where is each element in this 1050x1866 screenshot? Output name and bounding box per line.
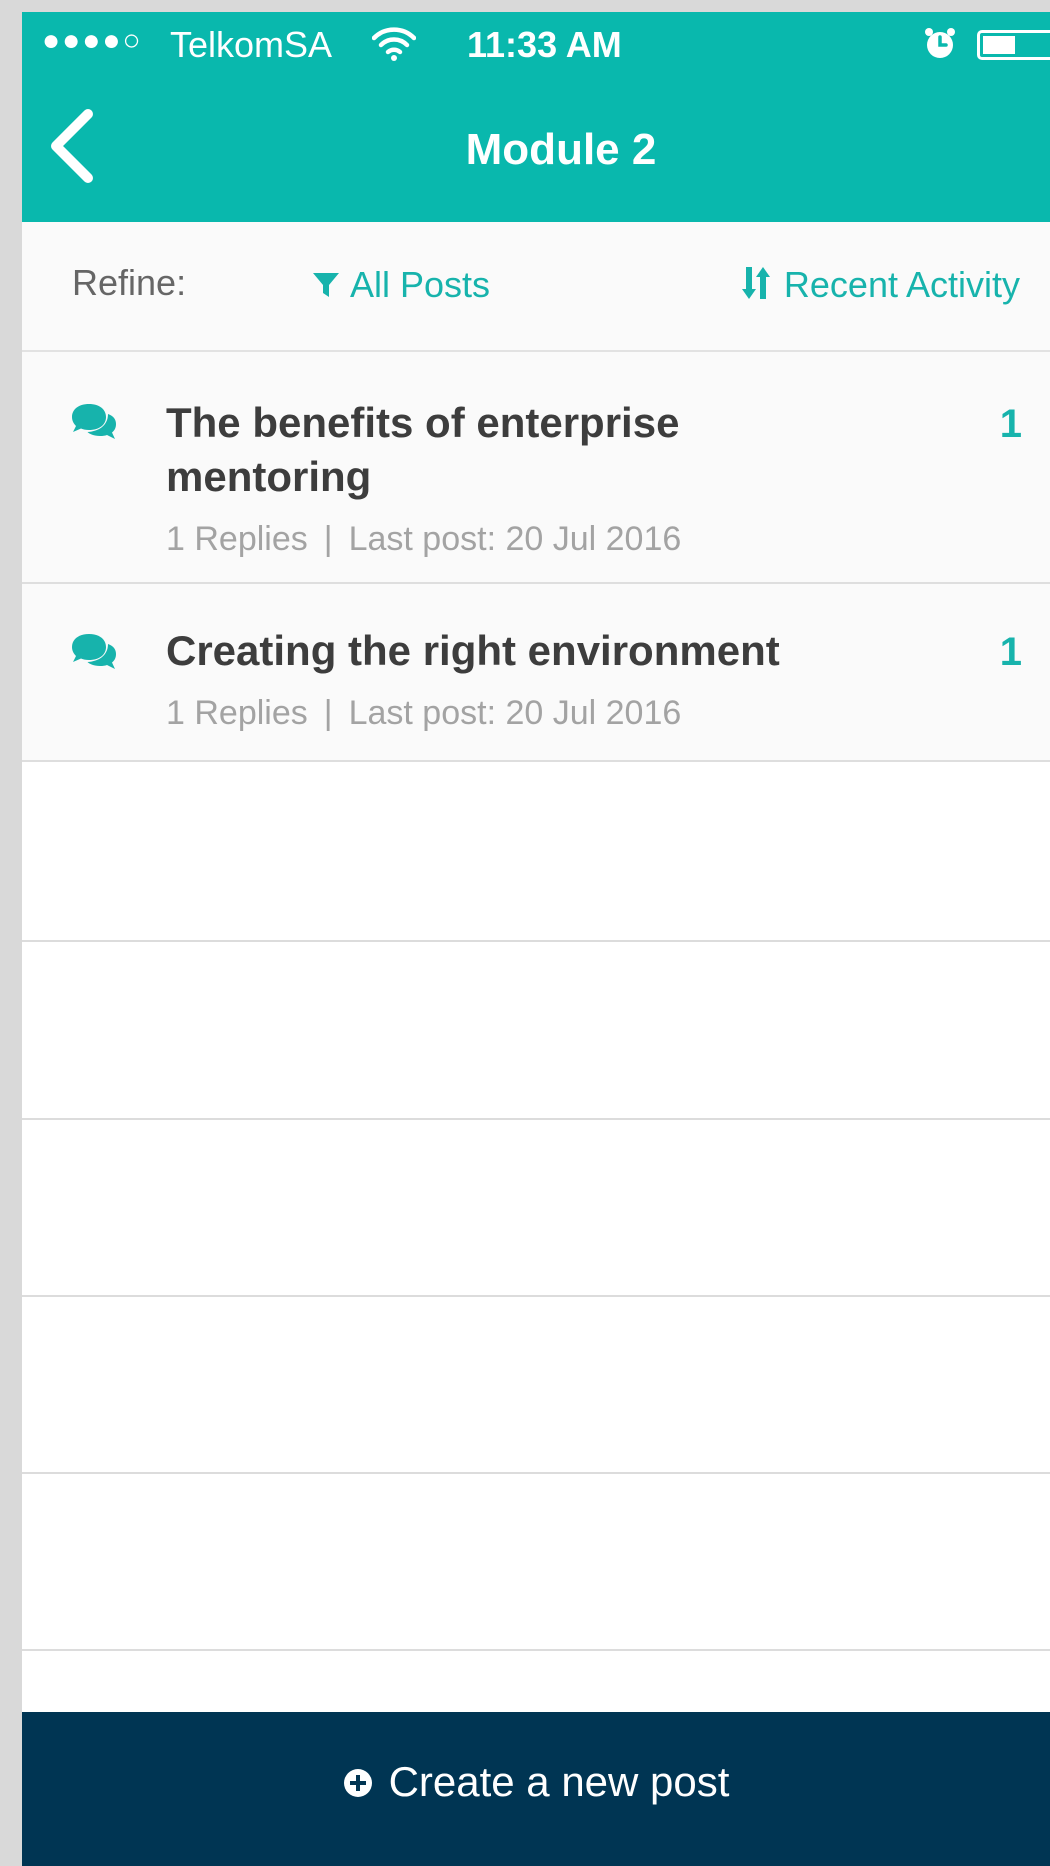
sort-label: Recent Activity	[783, 264, 1020, 305]
create-new-post-button[interactable]: Create a new post	[22, 1712, 1050, 1866]
replies-count: 1 Replies	[166, 520, 308, 558]
post-meta: 1 Replies | Last post: 20 Jul 2016	[166, 694, 681, 733]
signal-strength: ●●●●○	[42, 24, 143, 57]
filter-label: All Posts	[350, 264, 491, 305]
filter-all-posts-button[interactable]: All Posts	[312, 264, 490, 306]
list-divider	[22, 1472, 1050, 1474]
last-post-date: Last post: 20 Jul 2016	[348, 520, 682, 558]
filter-icon	[313, 273, 339, 297]
status-bar: ●●●●○ TelkomSA 11:33 AM	[22, 12, 1050, 78]
meta-separator: |	[323, 520, 333, 558]
post-meta: 1 Replies | Last post: 20 Jul 2016	[166, 520, 681, 559]
sort-icon	[741, 267, 770, 299]
post-count-badge: 1	[999, 630, 1022, 674]
clock: 11:33 AM	[467, 24, 622, 65]
list-divider	[22, 940, 1050, 942]
list-divider	[22, 1295, 1050, 1297]
carrier-name: TelkomSA	[170, 24, 333, 65]
app-screen: ●●●●○ TelkomSA 11:33 AM Module 2 Refine:…	[22, 12, 1050, 1866]
meta-separator: |	[323, 694, 333, 732]
refine-label: Refine:	[72, 262, 187, 303]
refine-bar: Refine: All Posts Recent Activity	[22, 222, 1050, 352]
post-title[interactable]: The benefits of enterprise mentoring	[166, 396, 886, 504]
navigation-bar: Module 2	[22, 78, 1050, 222]
page-title: Module 2	[465, 125, 657, 174]
post-title[interactable]: Creating the right environment	[166, 624, 926, 678]
post-item[interactable]: Creating the right environment 1 Replies…	[22, 584, 1050, 762]
create-post-label: Create a new post	[388, 1758, 730, 1805]
list-divider	[22, 1118, 1050, 1120]
sort-recent-activity-button[interactable]: Recent Activity	[741, 264, 1020, 306]
post-item[interactable]: The benefits of enterprise mentoring 1 R…	[22, 352, 1050, 584]
battery-icon	[977, 30, 1050, 60]
replies-count: 1 Replies	[166, 694, 308, 732]
wifi-icon	[372, 27, 416, 61]
comments-icon	[72, 404, 116, 439]
list-divider	[22, 1649, 1050, 1651]
alarm-icon	[925, 28, 955, 58]
last-post-date: Last post: 20 Jul 2016	[348, 694, 682, 732]
plus-circle-icon	[343, 1769, 372, 1797]
comments-icon	[72, 634, 116, 669]
post-count-badge: 1	[999, 402, 1022, 446]
